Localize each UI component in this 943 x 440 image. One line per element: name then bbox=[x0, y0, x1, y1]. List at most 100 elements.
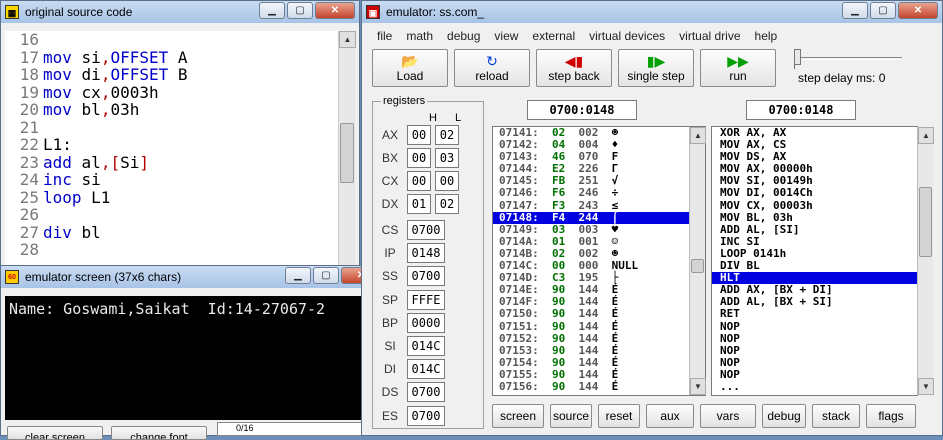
disassembly-row[interactable]: NOP bbox=[712, 368, 917, 381]
register-ss-value[interactable]: 0700 bbox=[407, 266, 445, 287]
menu-virtual-drive[interactable]: virtual drive bbox=[672, 26, 747, 46]
source-scrollbar[interactable]: ▲ bbox=[338, 31, 356, 271]
memory-dec: 001 bbox=[571, 234, 599, 248]
menu-help[interactable]: help bbox=[748, 26, 785, 46]
menu-math[interactable]: math bbox=[399, 26, 440, 46]
disassembly-row[interactable]: MOV BL, 03h bbox=[712, 211, 917, 224]
screen-button[interactable]: screen bbox=[492, 404, 544, 428]
load-button[interactable]: 📂 Load bbox=[372, 49, 448, 87]
code-token: di bbox=[71, 65, 101, 84]
register-ds-value[interactable]: 0700 bbox=[407, 382, 445, 403]
menu-debug[interactable]: debug bbox=[440, 26, 487, 46]
disassembly-address-input[interactable]: 0700:0148 bbox=[746, 100, 856, 120]
register-cs-value[interactable]: 0700 bbox=[407, 220, 445, 240]
memory-address: 07155: bbox=[499, 367, 539, 381]
disassembly-row[interactable]: ADD AL, [BX + SI] bbox=[712, 296, 917, 308]
screen-title-bar[interactable]: 6​0 emulator screen (37x6 chars) ▁ ▢ ✕ bbox=[1, 266, 391, 288]
emulator-screen-window: 6​0 emulator screen (37x6 chars) ▁ ▢ ✕ N… bbox=[0, 265, 392, 440]
menu-view[interactable]: view bbox=[487, 26, 525, 46]
code-line: 19 mov cx,0003h bbox=[5, 83, 339, 102]
memory-dec: 144 bbox=[571, 307, 599, 321]
disassembly-row[interactable]: MOV DI, 0014Ch bbox=[712, 187, 917, 199]
source-title-bar[interactable]: ▦ original source code ▁ ▢ ✕ bbox=[1, 1, 359, 23]
screen-minimize-button[interactable]: ▁ bbox=[285, 267, 311, 284]
memory-list[interactable]: 07141: 02 002 ☻ 07142: 04 004 ♦ 07143: 46 … bbox=[492, 126, 706, 396]
scroll-up-arrow-icon[interactable]: ▲ bbox=[339, 31, 356, 48]
register-cx-low[interactable]: 00 bbox=[435, 171, 459, 191]
disassembly-row[interactable]: NOP bbox=[712, 344, 917, 357]
disassembly-row[interactable]: NOP bbox=[712, 356, 917, 369]
register-bx-high[interactable]: 00 bbox=[407, 148, 431, 168]
disassembly-scrollbar[interactable]: ▲ ▼ bbox=[917, 127, 934, 395]
memory-char: ├ bbox=[605, 271, 619, 285]
memory-dec: 226 bbox=[571, 162, 599, 176]
disassembly-scroll-thumb[interactable] bbox=[919, 187, 932, 257]
register-ax-high[interactable]: 00 bbox=[407, 125, 431, 145]
emu-close-button[interactable]: ✕ bbox=[898, 2, 938, 19]
memory-dec: 144 bbox=[571, 379, 599, 393]
memory-dec: 244 bbox=[571, 210, 599, 224]
code-token: L1 bbox=[81, 187, 111, 207]
menu-virtual-devices[interactable]: virtual devices bbox=[582, 26, 672, 46]
disassembly-row[interactable]: MOV CX, 00003h bbox=[712, 199, 917, 212]
minimize-button[interactable]: ▁ bbox=[259, 2, 285, 19]
step-delay-slider[interactable]: step delay ms: 0 bbox=[794, 49, 934, 87]
step-back-button[interactable]: ◀▮ step back bbox=[536, 49, 612, 87]
maximize-button[interactable]: ▢ bbox=[287, 2, 313, 19]
clear-screen-button[interactable]: clear screen bbox=[7, 426, 103, 440]
register-cx-high[interactable]: 00 bbox=[407, 171, 431, 191]
memory-address-input[interactable]: 0700:0148 bbox=[527, 100, 637, 120]
reload-button[interactable]: ↻ reload bbox=[454, 49, 530, 87]
disassembly-row[interactable]: NOP bbox=[712, 332, 917, 345]
memory-row[interactable]: 07156: 90 144 É bbox=[493, 379, 705, 393]
disassembly-row[interactable]: DIV BL bbox=[712, 259, 917, 272]
memory-scroll-up-icon[interactable]: ▲ bbox=[690, 127, 706, 144]
register-dx-high[interactable]: 01 bbox=[407, 194, 431, 214]
close-button[interactable]: ✕ bbox=[315, 2, 355, 19]
debug-button[interactable]: debug bbox=[762, 404, 806, 428]
disassembly-scroll-down-icon[interactable]: ▼ bbox=[918, 378, 934, 395]
vars-button[interactable]: vars bbox=[700, 404, 756, 428]
source-button[interactable]: source bbox=[550, 404, 592, 428]
register-ip-value[interactable]: 0148 bbox=[407, 243, 445, 264]
stack-button[interactable]: stack bbox=[812, 404, 860, 428]
register-name: ES bbox=[381, 408, 398, 423]
register-row-ax: AX 00 02 bbox=[373, 125, 463, 145]
single-step-button[interactable]: ▮▶ single step bbox=[618, 49, 694, 87]
scroll-thumb[interactable] bbox=[340, 123, 354, 183]
run-button[interactable]: ▶▶ run bbox=[700, 49, 776, 87]
register-bp-value[interactable]: 0000 bbox=[407, 312, 445, 333]
emu-maximize-button[interactable]: ▢ bbox=[870, 2, 896, 19]
flags-button[interactable]: flags bbox=[866, 404, 916, 428]
screen-maximize-button[interactable]: ▢ bbox=[313, 267, 339, 284]
disassembly-list[interactable]: XOR AX, AX MOV AX, CS MOV DS, AX MOV AX, 00… bbox=[711, 126, 918, 396]
change-font-button[interactable]: change font bbox=[111, 426, 207, 440]
register-sp-value[interactable]: FFFE bbox=[407, 289, 445, 310]
menu-file[interactable]: file bbox=[370, 26, 399, 46]
register-ax-low[interactable]: 02 bbox=[435, 125, 459, 145]
register-bx-low[interactable]: 03 bbox=[435, 148, 459, 168]
load-label: Load bbox=[396, 69, 424, 83]
register-si-value[interactable]: 014C bbox=[407, 336, 445, 356]
disassembly-row[interactable]: RET bbox=[712, 308, 917, 320]
memory-char: ⌠ bbox=[605, 210, 619, 224]
register-name: BP bbox=[381, 315, 398, 330]
memory-scroll-thumb[interactable] bbox=[691, 259, 704, 273]
memory-dec: 144 bbox=[571, 283, 599, 297]
memory-char: ☻ bbox=[605, 126, 619, 139]
source-code-editor[interactable]: 16 17 mov si,OFFSET A 18 mov di,OFFSET B 19 mo… bbox=[5, 31, 339, 271]
reset-button[interactable]: reset bbox=[598, 404, 640, 428]
disassembly-scroll-up-icon[interactable]: ▲ bbox=[918, 127, 934, 144]
emulator-title-bar[interactable]: ▣ emulator: ss.com_ ▁ ▢ ✕ bbox=[362, 1, 942, 23]
disassembly-row[interactable]: ... bbox=[712, 380, 917, 393]
emu-minimize-button[interactable]: ▁ bbox=[842, 2, 868, 19]
memory-scrollbar[interactable]: ▲ ▼ bbox=[689, 127, 706, 395]
memory-scroll-down-icon[interactable]: ▼ bbox=[690, 378, 706, 395]
register-di-value[interactable]: 014C bbox=[407, 359, 445, 380]
disassembly-row[interactable]: NOP bbox=[712, 320, 917, 333]
slider-knob[interactable] bbox=[794, 49, 801, 65]
aux-button[interactable]: aux bbox=[646, 404, 694, 428]
menu-external[interactable]: external bbox=[525, 26, 582, 46]
register-es-value[interactable]: 0700 bbox=[407, 405, 445, 426]
register-dx-low[interactable]: 02 bbox=[435, 194, 459, 214]
